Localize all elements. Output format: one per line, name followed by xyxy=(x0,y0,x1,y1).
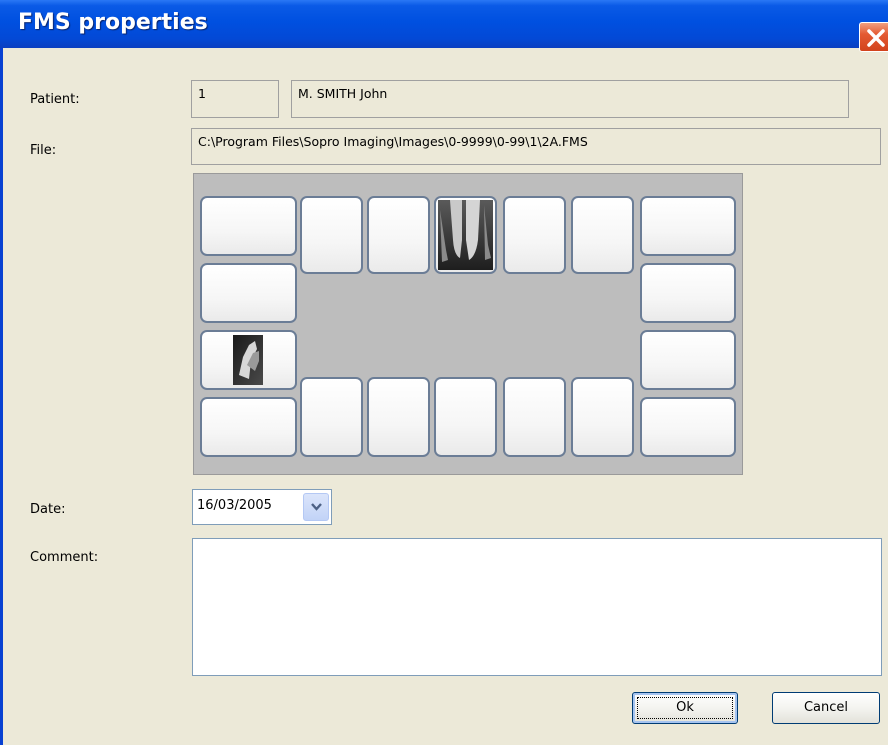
file-label: File: xyxy=(30,143,57,158)
patient-label: Patient: xyxy=(30,92,80,107)
fms-board xyxy=(193,173,743,475)
title-bar[interactable]: FMS properties xyxy=(0,0,888,48)
fms-slot-bottom-4[interactable] xyxy=(503,377,566,457)
fms-slot-bottom-5[interactable] xyxy=(571,377,634,457)
fms-slot-top-2[interactable] xyxy=(367,196,430,274)
file-path-field: C:\Program Files\Sopro Imaging\Images\0-… xyxy=(191,128,881,165)
close-icon xyxy=(867,29,885,47)
fms-slot-left-2[interactable] xyxy=(200,263,297,323)
fms-slot-bottom-1[interactable] xyxy=(300,377,363,457)
fms-slot-top-3[interactable] xyxy=(434,196,497,274)
fms-slot-right-4[interactable] xyxy=(640,397,736,457)
fms-slot-left-1[interactable] xyxy=(200,196,297,256)
fms-slot-right-3[interactable] xyxy=(640,330,736,390)
fms-slot-top-1[interactable] xyxy=(300,196,363,274)
date-label: Date: xyxy=(30,502,66,517)
patient-id-field: 1 xyxy=(191,80,279,118)
date-dropdown-button[interactable] xyxy=(303,493,329,521)
fms-slot-top-5[interactable] xyxy=(571,196,634,274)
fms-slot-left-3[interactable] xyxy=(200,330,297,390)
chevron-down-icon xyxy=(311,503,322,511)
fms-slot-top-4[interactable] xyxy=(503,196,566,274)
fms-properties-dialog: FMS properties Patient: 1 M. SMITH John … xyxy=(0,0,888,745)
xray-thumbnail-top xyxy=(438,200,493,270)
dialog-title: FMS properties xyxy=(18,10,208,35)
ok-button[interactable]: Ok xyxy=(632,692,738,724)
cancel-button[interactable]: Cancel xyxy=(772,692,880,724)
fms-slot-bottom-2[interactable] xyxy=(367,377,430,457)
date-picker[interactable]: 16/03/2005 xyxy=(192,489,332,525)
comment-label: Comment: xyxy=(30,550,99,565)
patient-name-field: M. SMITH John xyxy=(291,80,849,118)
fms-slot-right-1[interactable] xyxy=(640,196,736,256)
fms-slot-bottom-3[interactable] xyxy=(434,377,497,457)
cancel-button-label: Cancel xyxy=(803,700,849,715)
comment-textarea[interactable] xyxy=(192,538,882,676)
fms-slot-left-4[interactable] xyxy=(200,397,297,457)
focus-rectangle xyxy=(637,697,733,719)
close-button[interactable] xyxy=(859,22,888,52)
fms-slot-right-2[interactable] xyxy=(640,263,736,323)
date-value[interactable]: 16/03/2005 xyxy=(197,498,272,513)
xray-thumbnail-left xyxy=(233,335,263,385)
